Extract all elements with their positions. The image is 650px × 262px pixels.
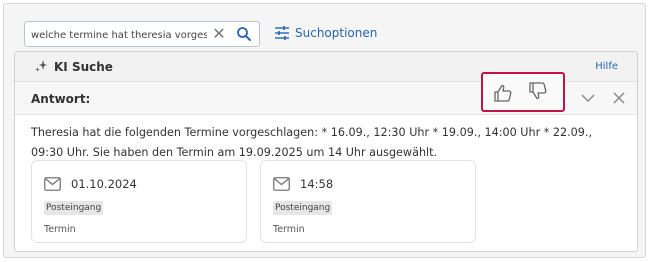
- search-options-link[interactable]: Suchoptionen: [295, 25, 377, 41]
- result-type: Termin: [44, 224, 76, 235]
- chevron-down-icon[interactable]: [580, 90, 596, 106]
- result-card[interactable]: 14:58 Posteingang Termin: [260, 160, 476, 243]
- ai-search-panel: KI Suche Hilfe Antwort: Theresia hat die…: [14, 51, 638, 252]
- ai-search-window: ✕ Suchoptionen KI Suche Hilfe Antwort:: [3, 3, 646, 258]
- feedback-buttons: [481, 72, 565, 112]
- search-input[interactable]: [31, 26, 207, 44]
- result-time: 14:58: [300, 177, 334, 191]
- search-icon[interactable]: [236, 26, 252, 42]
- help-link[interactable]: Hilfe: [595, 61, 618, 73]
- search-box[interactable]: ✕: [24, 21, 260, 47]
- result-type: Termin: [273, 224, 305, 235]
- answer-text: Theresia hat die folgenden Termine vorge…: [31, 126, 593, 159]
- thumbs-up-icon[interactable]: [493, 83, 513, 103]
- result-date: 01.10.2024: [71, 177, 137, 191]
- status-badge: Posteingang: [273, 201, 333, 215]
- answer-label: Antwort:: [31, 92, 91, 106]
- sparkle-icon: [35, 60, 47, 72]
- status-badge: Posteingang: [44, 201, 104, 215]
- close-icon[interactable]: [611, 90, 627, 106]
- answer-header: Antwort:: [15, 72, 637, 115]
- mail-icon: [44, 177, 61, 191]
- clear-icon[interactable]: ✕: [211, 26, 227, 42]
- mail-icon: [273, 177, 290, 191]
- search-options-icon[interactable]: [274, 25, 290, 41]
- result-card[interactable]: 01.10.2024 Posteingang Termin: [31, 160, 247, 243]
- thumbs-down-icon[interactable]: [528, 81, 548, 101]
- panel-title: KI Suche: [54, 60, 113, 74]
